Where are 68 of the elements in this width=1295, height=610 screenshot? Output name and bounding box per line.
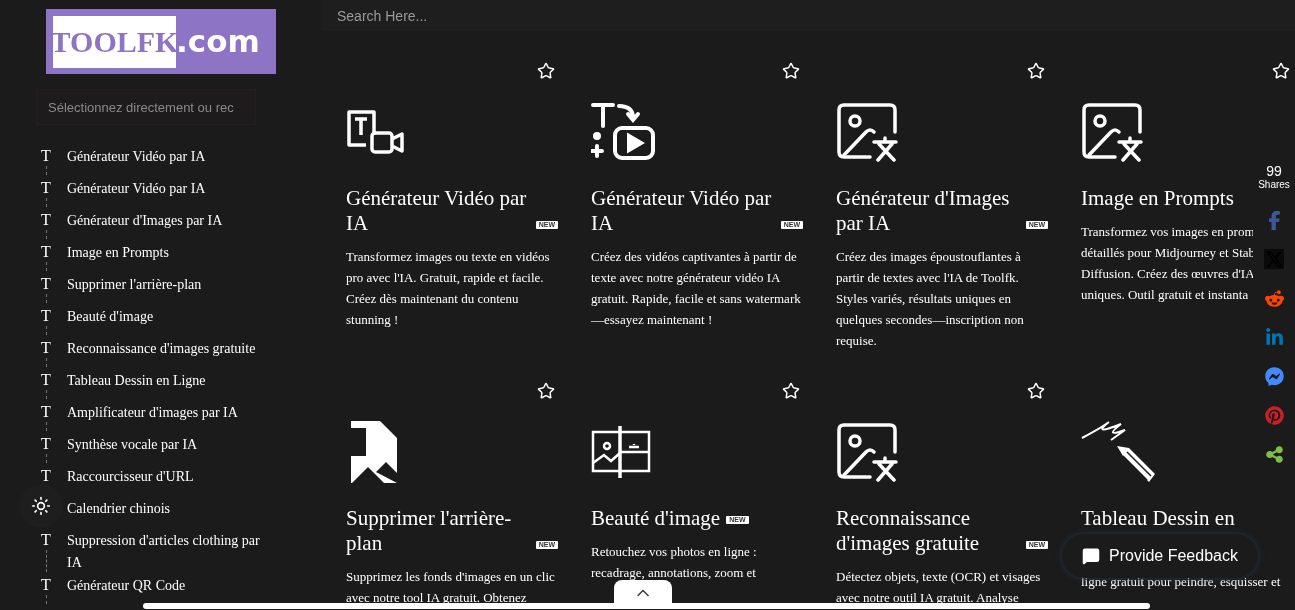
tool-title[interactable]: Reconnaissance d'images gratuite (836, 506, 1020, 556)
sidebar-item[interactable]: Amplificateur d'images par IA (67, 401, 267, 433)
sidebar-item[interactable]: Reconnaissance d'images gratuite (67, 337, 267, 369)
image-translate-icon (836, 422, 898, 482)
back-to-top-button[interactable] (614, 580, 672, 605)
sidebar-item[interactable]: Générateur d'Images par IA (67, 209, 267, 241)
text-tool-icon: T (41, 404, 51, 420)
text-tool-icon: T (41, 340, 51, 356)
text-tool-icon: T (41, 308, 51, 324)
sidebar-item[interactable]: Générateur QR Code (67, 574, 267, 606)
tool-description: Créez des images époustouflantes à partir de textes avec l'IA de Toolfk. Styles variés, résultats uniques en quelques secondes—inscription non requise. (836, 248, 1025, 350)
image-compare-icon (591, 425, 651, 479)
pencil-scribble-icon (1081, 420, 1157, 484)
tool-title[interactable]: Générateur Vidéo par IA (346, 186, 530, 236)
text-video-icon (346, 109, 406, 155)
sidebar-item[interactable]: Calendrier chinois (67, 497, 267, 529)
favorite-star-icon[interactable] (537, 382, 555, 400)
favorite-star-icon[interactable] (782, 62, 800, 80)
text-tool-icon: T (41, 436, 51, 452)
chat-icon (1082, 547, 1100, 565)
sidebar-item[interactable]: Tableau Dessin en Ligne (67, 369, 267, 401)
tool-title[interactable]: Tableau Dessin en (1081, 506, 1235, 531)
text-tool-icon: T (41, 468, 51, 484)
image-translate-icon (836, 102, 898, 162)
tool-title[interactable]: Générateur d'Images par IA (836, 186, 1020, 236)
text-tool-icon: T (41, 244, 51, 260)
text-tool-icon: T (41, 180, 51, 196)
sidebar-item[interactable]: Générateur Vidéo par IA (67, 177, 267, 209)
tool-title[interactable]: Image en Prompts (1081, 186, 1234, 211)
feedback-button[interactable]: Provide Feedback (1062, 534, 1258, 578)
sidebar-item[interactable]: Supprimer l'arrière-plan (67, 273, 267, 305)
tool-description: Supprimez les fonds d'images en un clic avec notre tool IA gratuit. Obtenez (346, 568, 556, 607)
pinterest-icon[interactable] (1264, 405, 1284, 425)
reddit-icon[interactable] (1264, 288, 1284, 308)
sidebar-item[interactable]: Raccourcisseur d'URL (67, 465, 267, 497)
tool-title[interactable]: Générateur Vidéo par IA (591, 186, 775, 236)
image-translate-icon (1081, 102, 1143, 162)
share-label: Shares (1258, 179, 1290, 191)
share-count: 99 (1266, 163, 1282, 179)
sun-icon (31, 496, 51, 516)
text-to-video-icon (591, 102, 657, 162)
share-icon[interactable] (1264, 444, 1284, 464)
tool-title[interactable]: Beauté d'image (591, 506, 721, 531)
sidebar-item[interactable]: Générateur Vidéo par IA (67, 145, 267, 177)
linkedin-icon[interactable] (1264, 327, 1284, 347)
text-tool-icon: T (41, 532, 51, 548)
favorite-star-icon[interactable] (1027, 382, 1045, 400)
text-tool-icon: T (41, 212, 51, 228)
tool-description: Créez des vidéos captivantes à partir de texte avec notre générateur vidéo IA gratuit. Rapide, facile et sans watermark—essayez maintenant ! (591, 248, 802, 329)
text-tool-icon: T (41, 577, 51, 593)
favorite-star-icon[interactable] (1027, 62, 1045, 80)
text-tool-icon: T (41, 372, 51, 388)
site-logo[interactable]: TOOLFK.com (46, 9, 276, 74)
horizontal-scrollbar[interactable] (143, 603, 1150, 609)
favorite-star-icon[interactable] (782, 382, 800, 400)
sidebar-item[interactable]: Beauté d'image (67, 305, 267, 337)
tool-description: Retouchez vos photos en ligne : recadrage, annotations, zoom et (591, 543, 758, 582)
text-tool-icon: T (41, 148, 51, 164)
favorite-star-icon[interactable] (1272, 62, 1290, 80)
sidebar-search-field[interactable]: Sélectionnez directement ou rec (36, 89, 256, 125)
tool-description: Transformez images ou texte en vidéos pro avec l'IA. Gratuit, rapide et facile. Créez dès maintenant du contenu stunning ! (346, 248, 551, 329)
favorite-star-icon[interactable] (537, 62, 555, 80)
sidebar-item[interactable]: Synthèse vocale par IA (67, 433, 267, 465)
text-tool-icon: T (41, 276, 51, 292)
sidebar-item[interactable]: Suppression d'articles clothing par IA (67, 529, 267, 574)
messenger-icon[interactable] (1264, 366, 1284, 386)
tool-title[interactable]: Supprimer l'arrière-plan (346, 506, 530, 556)
sidebar-item[interactable]: Image en Prompts (67, 241, 267, 273)
